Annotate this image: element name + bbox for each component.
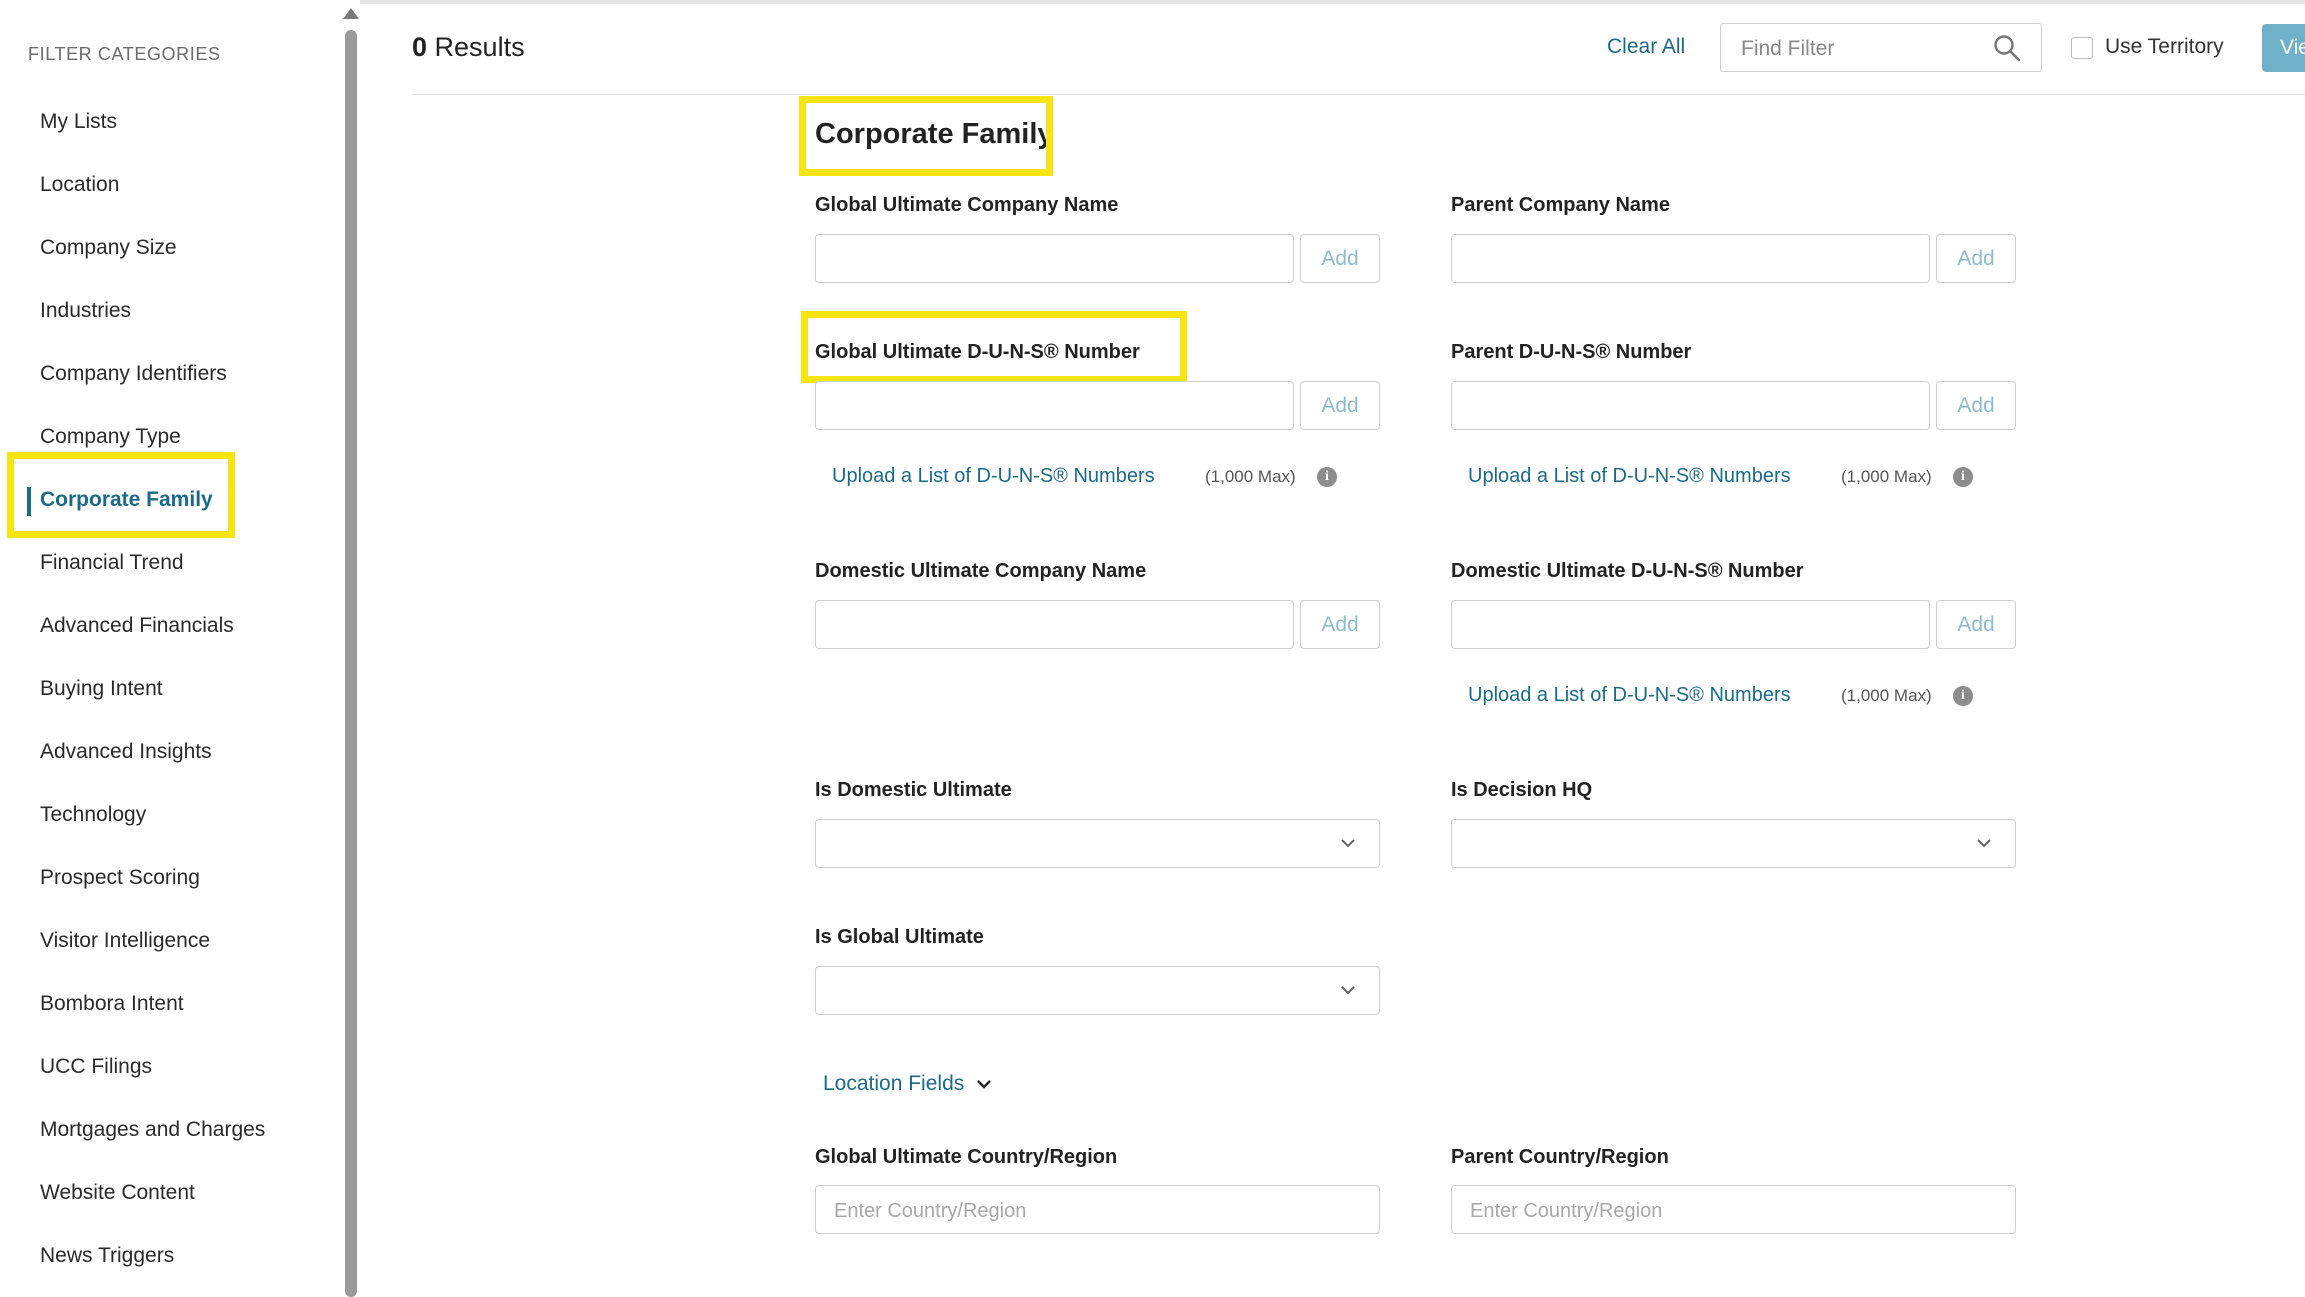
sidebar-item-my-lists[interactable]: My Lists [40, 107, 117, 137]
sidebar-item-industries[interactable]: Industries [40, 296, 131, 326]
info-icon[interactable]: i [1953, 467, 1973, 487]
sidebar-item-company-size[interactable]: Company Size [40, 233, 177, 263]
sidebar-item-technology[interactable]: Technology [40, 800, 146, 830]
add-button[interactable]: Add [1936, 600, 2016, 649]
header-divider [412, 94, 2305, 95]
max-note: (1,000 Max) [1205, 467, 1296, 486]
add-button[interactable]: Add [1300, 600, 1380, 649]
chevron-down-icon [1341, 986, 1355, 995]
add-button[interactable]: Add [1936, 234, 2016, 283]
upload-duns-list-link[interactable]: Upload a List of D-U-N-S® Numbers [1468, 684, 1791, 707]
sidebar-item-news-triggers[interactable]: News Triggers [40, 1241, 174, 1271]
domestic-ultimate-duns-label: Domestic Ultimate D-U-N-S® Number [1451, 560, 1804, 582]
global-ultimate-country-label: Global Ultimate Country/Region [815, 1146, 1118, 1168]
is-global-ultimate-select[interactable] [815, 966, 1380, 1015]
sidebar-item-advanced-insights[interactable]: Advanced Insights [40, 737, 212, 767]
global-ultimate-company-name-input[interactable] [815, 234, 1294, 283]
sidebar-item-company-type[interactable]: Company Type [40, 422, 181, 452]
top-border [360, 0, 2305, 4]
find-filter-input[interactable] [1739, 34, 1983, 64]
sidebar-scrollbar[interactable] [343, 0, 359, 1297]
add-button[interactable]: Add [1936, 381, 2016, 430]
info-icon[interactable]: i [1953, 686, 1973, 706]
highlight-box-duns [801, 311, 1187, 383]
add-button[interactable]: Add [1300, 234, 1380, 283]
parent-company-name-label: Parent Company Name [1451, 194, 1670, 216]
max-note: (1,000 Max) [1841, 467, 1932, 486]
search-icon[interactable] [1993, 34, 2021, 62]
parent-company-name-input[interactable] [1451, 234, 1930, 283]
sidebar-item-mortgages-and-charges[interactable]: Mortgages and Charges [40, 1115, 265, 1145]
filter-sidebar: FILTER CATEGORIES My Lists Location Compan… [0, 0, 340, 1297]
global-ultimate-company-name-label: Global Ultimate Company Name [815, 194, 1119, 216]
sidebar-item-financial-trend[interactable]: Financial Trend [40, 548, 184, 578]
highlight-box-title [799, 96, 1053, 176]
sidebar-item-website-content[interactable]: Website Content [40, 1178, 195, 1208]
view-button[interactable]: View [2262, 24, 2305, 72]
parent-country-field[interactable] [1451, 1185, 2016, 1234]
is-domestic-ultimate-select[interactable] [815, 819, 1380, 868]
is-global-ultimate-label: Is Global Ultimate [815, 926, 984, 948]
scroll-up-arrow-icon[interactable] [343, 8, 359, 19]
sidebar-item-buying-intent[interactable]: Buying Intent [40, 674, 163, 704]
sidebar-item-ucc-filings[interactable]: UCC Filings [40, 1052, 152, 1082]
highlight-box-sidebar [7, 452, 235, 538]
filter-categories-heading: FILTER CATEGORIES [28, 44, 221, 64]
clear-all-link[interactable]: Clear All [1607, 35, 1685, 59]
sidebar-item-prospect-scoring[interactable]: Prospect Scoring [40, 863, 200, 893]
find-filter-box[interactable] [1720, 23, 2042, 72]
sidebar-item-company-identifiers[interactable]: Company Identifiers [40, 359, 227, 389]
add-button[interactable]: Add [1300, 381, 1380, 430]
parent-duns-label: Parent D-U-N-S® Number [1451, 341, 1692, 363]
parent-country-label: Parent Country/Region [1451, 1146, 1669, 1168]
global-ultimate-country-field[interactable] [815, 1185, 1380, 1234]
domestic-ultimate-duns-input[interactable] [1451, 600, 1930, 649]
sidebar-item-location[interactable]: Location [40, 170, 119, 200]
global-ultimate-duns-input[interactable] [815, 381, 1294, 430]
is-decision-hq-label: Is Decision HQ [1451, 779, 1593, 801]
domestic-ultimate-company-name-label: Domestic Ultimate Company Name [815, 560, 1147, 582]
results-count: 0 Results [412, 32, 525, 62]
max-note: (1,000 Max) [1841, 686, 1932, 705]
location-fields-toggle[interactable]: Location Fields [823, 1072, 992, 1096]
sidebar-item-visitor-intelligence[interactable]: Visitor Intelligence [40, 926, 210, 956]
use-territory-checkbox[interactable] [2071, 37, 2093, 59]
chevron-down-icon [1341, 839, 1355, 848]
chevron-down-icon [1977, 839, 1991, 848]
is-decision-hq-select[interactable] [1451, 819, 2016, 868]
domestic-ultimate-company-name-input[interactable] [815, 600, 1294, 649]
scroll-thumb[interactable] [345, 30, 357, 1297]
parent-country-input[interactable] [1468, 1196, 1972, 1226]
sidebar-item-bombora-intent[interactable]: Bombora Intent [40, 989, 184, 1019]
sidebar-item-advanced-financials[interactable]: Advanced Financials [40, 611, 234, 641]
info-icon[interactable]: i [1317, 467, 1337, 487]
upload-duns-list-link[interactable]: Upload a List of D-U-N-S® Numbers [1468, 465, 1791, 488]
chevron-down-icon [977, 1080, 991, 1090]
use-territory-label: Use Territory [2105, 35, 2224, 58]
global-ultimate-country-input[interactable] [832, 1196, 1336, 1226]
upload-duns-list-link[interactable]: Upload a List of D-U-N-S® Numbers [832, 465, 1155, 488]
parent-duns-input[interactable] [1451, 381, 1930, 430]
is-domestic-ultimate-label: Is Domestic Ultimate [815, 779, 1012, 801]
